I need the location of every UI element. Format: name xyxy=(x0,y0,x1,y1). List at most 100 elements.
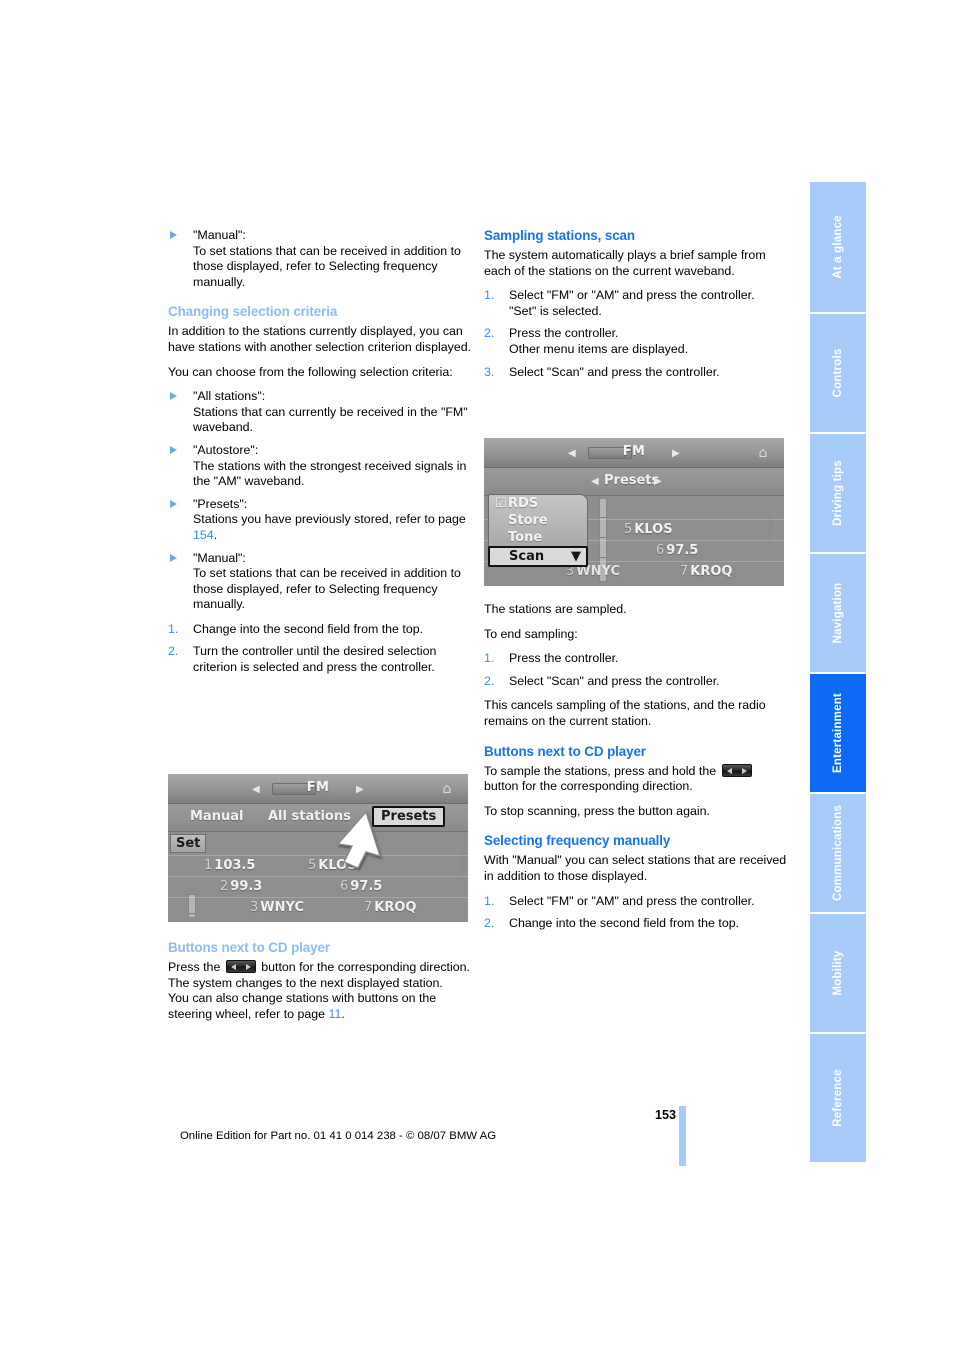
station-entry[interactable]: 3 WNYC xyxy=(250,900,304,915)
step-number: 2. xyxy=(484,326,495,341)
sidebar-tab-reference[interactable]: Reference xyxy=(810,1034,866,1162)
left-arrow-icon: ◀ xyxy=(591,476,599,487)
step-number: 2. xyxy=(168,644,179,659)
sidebar-tab-communications[interactable]: Communications xyxy=(810,794,866,912)
text-after: . xyxy=(341,1006,345,1021)
paragraph: In addition to the stations currently di… xyxy=(168,324,472,354)
paragraph: The system changes to the next displayed… xyxy=(168,975,443,990)
page-reference-link[interactable]: 154 xyxy=(193,528,214,542)
left-arrow-icon: ◀ xyxy=(568,448,576,459)
manual-page: "Manual": To set stations that can be re… xyxy=(0,0,954,1350)
paragraph: With "Manual" you can select stations th… xyxy=(484,853,787,883)
station-entry[interactable]: 8100.5 xyxy=(712,585,763,586)
triangle-bullet-icon xyxy=(170,553,177,562)
menu-item-rds[interactable]: ☑RDS xyxy=(489,495,587,512)
sidebar-tab-navigation[interactable]: Navigation xyxy=(810,554,866,672)
list-item: 2. Turn the controller until the desired… xyxy=(168,644,475,675)
paragraph: To stop scanning, press the button again… xyxy=(484,803,710,818)
bullet-term: "Manual": xyxy=(193,550,246,565)
step-number: 1. xyxy=(484,288,495,303)
screenshot-top-bar: ◀ FM ▶ ⌂ xyxy=(484,438,784,468)
paragraph: You can also change stations with button… xyxy=(168,991,475,1022)
page-number: 153 xyxy=(654,1108,676,1122)
step-text: Select "FM" or "AM" and press the contro… xyxy=(509,288,755,303)
list-item: "Autostore": The stations with the stron… xyxy=(168,443,475,490)
steps-list: 1. Change into the second field from the… xyxy=(168,622,475,676)
manual-frequency-steps-list: 1. Select "FM" or "AM" and press the con… xyxy=(484,894,791,932)
rocker-button-icon xyxy=(721,763,752,777)
screenshot-station-list: 1103.5 5KLOS 299.3 697.5 3WNYC 7KROQ 494… xyxy=(168,832,468,922)
step-text: Press the controller. xyxy=(509,326,619,341)
sidebar-tab-label: Reference xyxy=(832,1069,844,1127)
sidebar-tab-entertainment[interactable]: Entertainment xyxy=(810,674,866,792)
left-column: "Manual": To set stations that can be re… xyxy=(168,228,475,685)
heading-sampling-stations-scan: Sampling stations, scan xyxy=(484,228,635,243)
bullet-term: "All stations": xyxy=(193,389,266,404)
left-arrow-icon: ◀ xyxy=(252,784,260,795)
sidebar-tab-label: Mobility xyxy=(832,950,844,996)
sidebar-tab-label: Controls xyxy=(832,348,844,398)
station-entry[interactable]: 6 97.5 xyxy=(656,543,698,558)
left-column-continued: Buttons next to CD player Press the butt… xyxy=(168,940,475,1022)
heading-buttons-next-to-cd-player: Buttons next to CD player xyxy=(484,743,646,759)
triangle-bullet-icon xyxy=(170,445,177,454)
paragraph: Press the button for the corresponding d… xyxy=(168,960,475,976)
menu-item-tone[interactable]: Tone xyxy=(489,529,587,546)
screenshot-tab-row: Manual All stations Presets xyxy=(168,804,468,832)
cursor-arrow-icon xyxy=(336,810,382,869)
screenshot-submenu-row: ◀ Presets ▶ xyxy=(484,468,784,496)
step-number: 1. xyxy=(484,893,495,908)
station-entry[interactable]: 7 KROQ xyxy=(680,564,732,579)
station-entry[interactable]: 7 KROQ xyxy=(364,900,416,915)
criteria-list: "All stations": Stations that can curren… xyxy=(168,389,475,613)
footer-accent-bar xyxy=(679,1106,686,1166)
home-icon: ⌂ xyxy=(758,445,768,461)
screenshot-top-bar: ◀ FM ▶ ⌂ xyxy=(168,774,468,804)
sidebar-tab-at-a-glance[interactable]: At a glance xyxy=(810,182,866,312)
sidebar-tab-mobility[interactable]: Mobility xyxy=(810,914,866,1032)
right-column: Sampling stations, scan The system autom… xyxy=(484,228,791,389)
right-arrow-icon: ▶ xyxy=(356,784,364,795)
sidebar-tab-label: At a glance xyxy=(832,215,844,279)
tab-manual[interactable]: Manual xyxy=(190,809,243,824)
scan-steps-list: 1. Select "FM" or "AM" and press the con… xyxy=(484,288,791,380)
step-text: Press the controller. xyxy=(509,651,619,666)
sidebar-tab-label: Navigation xyxy=(832,582,844,644)
edition-line: Online Edition for Part no. 01 41 0 014 … xyxy=(179,1130,497,1142)
paragraph: You can choose from the following select… xyxy=(168,364,453,379)
station-entry[interactable]: 5 KLOS xyxy=(624,522,673,537)
sidebar-tab-label: Entertainment xyxy=(832,693,844,773)
sidebar-tab-controls[interactable]: Controls xyxy=(810,314,866,432)
bullet-text: To set stations that can be received in … xyxy=(193,243,461,289)
text-before: Stations you have previously stored, ref… xyxy=(193,512,466,527)
step-number: 3. xyxy=(484,364,495,379)
right-arrow-icon: ▶ xyxy=(654,476,662,487)
waveband-label: FM xyxy=(306,780,330,795)
station-entry[interactable]: 8100.5 xyxy=(396,921,447,922)
station-entry[interactable]: 494.3 xyxy=(600,585,642,586)
step-subtext: "Set" is selected. xyxy=(509,303,602,318)
text-before: Press the xyxy=(168,960,224,974)
sidebar-tab-driving-tips[interactable]: Driving tips xyxy=(810,434,866,552)
station-entry[interactable]: 1 103.5 xyxy=(204,858,255,873)
step-text: Change into the second field from the to… xyxy=(509,916,740,931)
bullet-term: "Presets": xyxy=(193,496,248,511)
menu-item-store[interactable]: Store xyxy=(489,512,587,529)
text-before: You can also change stations with button… xyxy=(168,991,437,1021)
step-number: 2. xyxy=(484,673,495,688)
idrive-screenshot-presets: ◀ FM ▶ ⌂ Manual All stations Presets Set… xyxy=(168,774,468,922)
paragraph: To end sampling: xyxy=(484,626,578,641)
station-entry[interactable]: 2 99.3 xyxy=(220,879,262,894)
text-after: . xyxy=(213,527,218,542)
station-entry[interactable]: 6 97.5 xyxy=(340,879,382,894)
submenu-presets-label[interactable]: Presets xyxy=(604,473,659,488)
context-menu: ☑RDS Store Tone Scan ▼ xyxy=(488,494,588,567)
page-reference-link[interactable]: 11 xyxy=(329,1007,342,1021)
station-entry[interactable]: 494.3 xyxy=(284,921,326,922)
menu-item-scan-selected[interactable]: Scan ▼ xyxy=(488,546,588,567)
intro-bullet-list: "Manual": To set stations that can be re… xyxy=(168,228,475,290)
text-after: button for the corresponding direction. xyxy=(257,960,470,974)
paragraph: The stations are sampled. xyxy=(484,602,627,616)
step-number: 1. xyxy=(484,651,495,666)
step-text: Change into the second field from the to… xyxy=(193,621,424,636)
